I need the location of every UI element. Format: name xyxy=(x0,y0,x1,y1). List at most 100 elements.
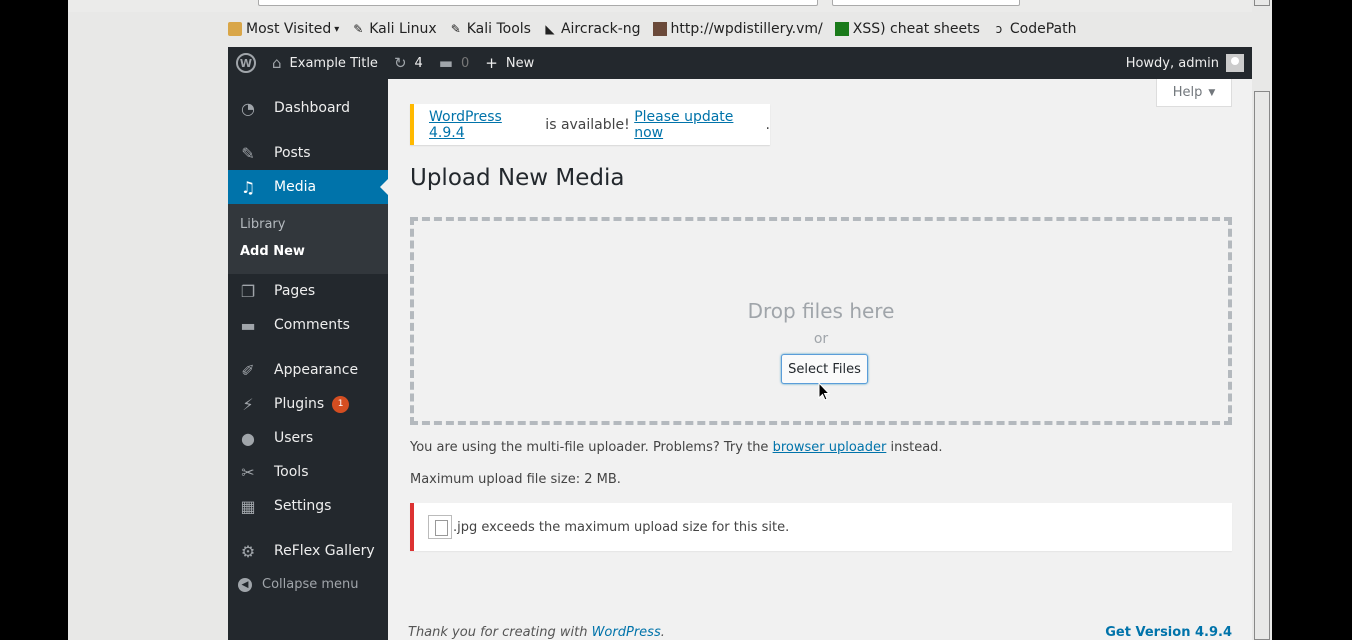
sidebar-item-label: Dashboard xyxy=(274,100,350,116)
sidebar-item-media[interactable]: ♫ Media xyxy=(228,170,388,204)
kali-dragon-icon: ✎ xyxy=(450,22,461,36)
sidebar-item-users[interactable]: ● Users xyxy=(228,421,388,455)
wpdistillery-icon xyxy=(652,22,667,36)
plugins-update-badge: 1 xyxy=(332,395,350,413)
url-field[interactable] xyxy=(258,0,818,6)
collapse-arrow-icon: ◀ xyxy=(238,577,252,592)
notice-text: is available! xyxy=(540,116,635,133)
comment-icon: ▬ xyxy=(438,54,453,72)
submenu-add-new[interactable]: Add New xyxy=(240,244,305,259)
bookmark-label: Aircrack-ng xyxy=(560,21,641,37)
avatar xyxy=(1226,54,1244,72)
scrollbar-thumb[interactable] xyxy=(1254,91,1270,640)
notice-period: . xyxy=(765,116,770,133)
collapse-label: Collapse menu xyxy=(262,577,359,592)
browser-uploader-link[interactable]: browser uploader xyxy=(773,440,887,455)
site-title: Example Title xyxy=(289,55,378,71)
sidebar-item-label: Plugins xyxy=(274,396,325,412)
media-submenu: Library Add New xyxy=(228,204,388,274)
updates-menu[interactable]: ↻ 4 xyxy=(386,47,431,79)
upload-error-notice: .jpg exceeds the maximum upload size for… xyxy=(410,503,1232,551)
sidebar-item-tools[interactable]: ✂ Tools xyxy=(228,455,388,489)
plus-icon: + xyxy=(485,54,498,72)
new-content-menu[interactable]: + New xyxy=(477,47,542,79)
bookmark-label: CodePath xyxy=(1009,21,1077,37)
sidebar-item-label: Comments xyxy=(274,317,350,333)
sidebar-item-settings[interactable]: ▦ Settings xyxy=(228,489,388,523)
submenu-library[interactable]: Library xyxy=(240,217,285,232)
user-icon: ● xyxy=(241,428,255,448)
admin-menu: ◔ Dashboard ✎ Posts ♫ Media Library Add … xyxy=(228,79,388,640)
comments-menu[interactable]: ▬ 0 xyxy=(431,47,477,79)
bookmark-xss[interactable]: XSS) cheat sheets xyxy=(834,21,980,37)
sidebar-item-label: Pages xyxy=(274,283,316,299)
settings-icon: ▦ xyxy=(240,496,256,516)
browser-window: Most Visited ▾ ✎ Kali Linux ✎ Kali Tools… xyxy=(68,0,1272,640)
wordpress-version-link[interactable]: WordPress 4.9.4 xyxy=(429,109,541,141)
sidebar-item-label: ReFlex Gallery xyxy=(274,543,375,559)
drop-files-text: Drop files here xyxy=(747,299,895,323)
bookmark-kali-tools[interactable]: ✎ Kali Tools xyxy=(449,21,531,37)
wordpress-link[interactable]: WordPress xyxy=(592,625,661,640)
wrench-icon: ✂ xyxy=(241,462,255,482)
update-notice: WordPress 4.9.4 is available! Please upd… xyxy=(410,104,770,145)
folder-icon xyxy=(228,22,242,36)
scrollbar-thumb[interactable] xyxy=(1254,0,1270,6)
chevron-down-icon: ▾ xyxy=(334,23,340,35)
black-margin-left xyxy=(0,0,68,640)
sidebar-item-label: Posts xyxy=(274,145,311,161)
sidebar-item-dashboard[interactable]: ◔ Dashboard xyxy=(228,91,388,125)
home-icon: ⌂ xyxy=(272,54,282,72)
comment-icon: ▬ xyxy=(240,315,256,335)
refresh-icon: ↻ xyxy=(393,54,407,72)
kali-dragon-icon: ✎ xyxy=(353,22,364,36)
howdy-text: Howdy, admin xyxy=(1125,55,1219,71)
sidebar-item-posts[interactable]: ✎ Posts xyxy=(228,136,388,170)
sidebar-item-label: Users xyxy=(274,430,314,446)
scrollbar-top xyxy=(1252,0,1272,79)
mouse-cursor-icon xyxy=(818,382,830,401)
bookmark-codepath[interactable]: ↄ CodePath xyxy=(992,21,1077,37)
bookmark-aircrack[interactable]: ◣ Aircrack-ng xyxy=(543,21,641,37)
page-title: Upload New Media xyxy=(410,165,625,191)
media-icon: ♫ xyxy=(240,177,256,197)
bookmark-most-visited[interactable]: Most Visited ▾ xyxy=(228,21,339,37)
wp-logo-menu[interactable]: W xyxy=(228,47,264,79)
account-menu[interactable]: Howdy, admin xyxy=(1126,54,1252,72)
help-label: Help xyxy=(1172,85,1203,100)
sidebar-item-label: Appearance xyxy=(274,362,359,378)
main-content: Help ▼ WordPress 4.9.4 is available! Ple… xyxy=(388,79,1252,640)
bookmark-label: http://wpdistillery.vm/ xyxy=(670,21,823,37)
uploader-info: You are using the multi-file uploader. P… xyxy=(410,440,943,455)
sidebar-item-label: Settings xyxy=(274,498,332,514)
sidebar-item-pages[interactable]: ❐ Pages xyxy=(228,274,388,308)
sidebar-item-appearance[interactable]: ✐ Appearance xyxy=(228,353,388,387)
brush-icon: ✐ xyxy=(241,360,255,380)
bookmarks-toolbar: Most Visited ▾ ✎ Kali Linux ✎ Kali Tools… xyxy=(228,14,1089,44)
pages-icon: ❐ xyxy=(240,281,256,301)
help-tab[interactable]: Help ▼ xyxy=(1156,79,1232,107)
chevron-down-icon: ▼ xyxy=(1208,87,1216,98)
comments-count: 0 xyxy=(460,55,470,71)
file-icon xyxy=(428,515,452,539)
gear-icon: ⚙ xyxy=(240,541,256,561)
sidebar-item-comments[interactable]: ▬ Comments xyxy=(228,308,388,342)
admin-bar: W ⌂ Example Title ↻ 4 ▬ 0 + New Howdy, a… xyxy=(228,47,1252,79)
site-name-menu[interactable]: ⌂ Example Title xyxy=(264,47,386,79)
get-version-link[interactable]: Get Version 4.9.4 xyxy=(1105,625,1232,640)
dashboard-icon: ◔ xyxy=(241,98,255,118)
uploader-info-text: You are using the multi-file uploader. P… xyxy=(410,440,773,455)
sidebar-item-reflex-gallery[interactable]: ⚙ ReFlex Gallery xyxy=(228,534,388,568)
footer-text: Thank you for creating with xyxy=(408,625,592,640)
wordpress-logo-icon: W xyxy=(236,53,256,73)
collapse-menu-button[interactable]: ◀ Collapse menu xyxy=(238,577,359,592)
update-now-link[interactable]: Please update now xyxy=(634,109,765,141)
aircrack-icon: ◣ xyxy=(545,22,555,36)
bookmark-label: XSS) cheat sheets xyxy=(852,21,980,37)
sidebar-item-plugins[interactable]: ⚡ Plugins 1 xyxy=(228,387,388,421)
select-files-button[interactable]: Select Files xyxy=(781,354,868,384)
bookmark-wpdistillery[interactable]: http://wpdistillery.vm/ xyxy=(652,21,823,37)
bookmark-kali-linux[interactable]: ✎ Kali Linux xyxy=(351,21,437,37)
error-message: .jpg exceeds the maximum upload size for… xyxy=(453,519,790,535)
search-field[interactable] xyxy=(832,0,1020,6)
